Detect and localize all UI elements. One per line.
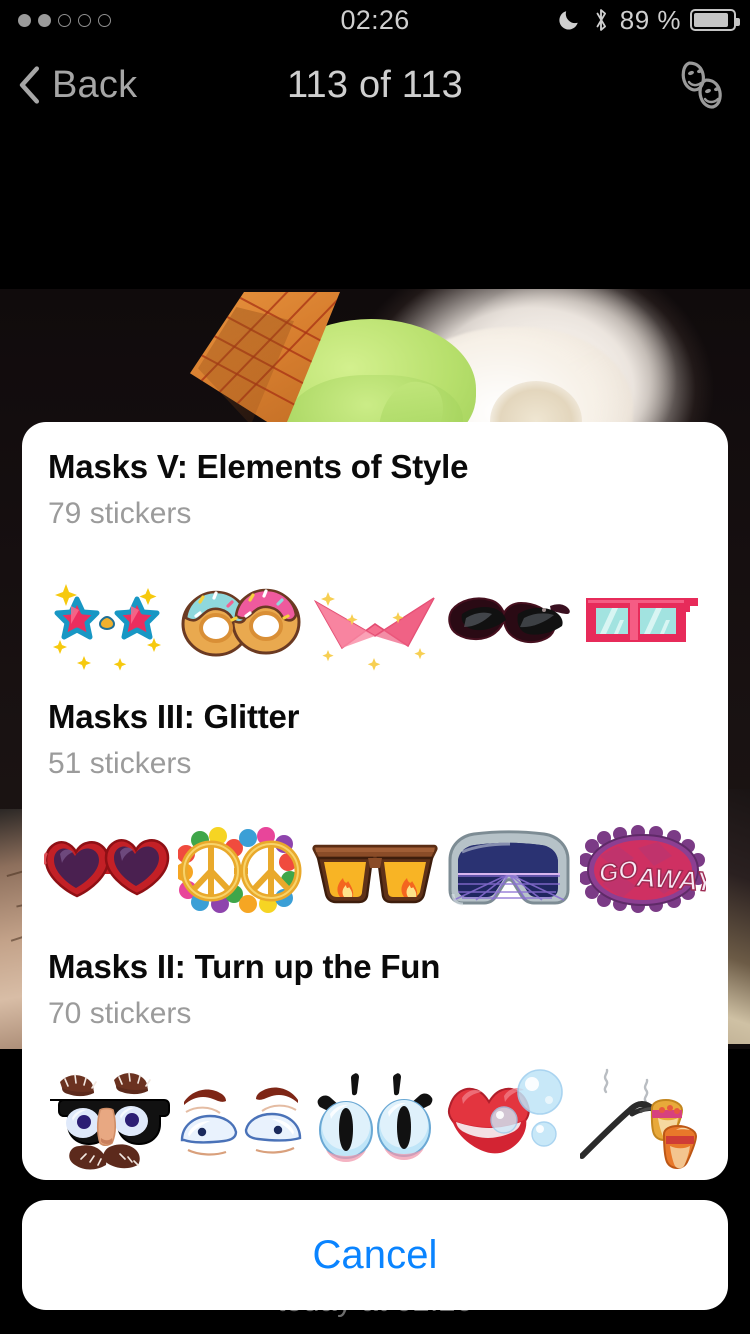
sticker-preview-row (22, 1055, 728, 1180)
heart-sunglasses-sticker[interactable] (44, 808, 170, 934)
svg-text:GO: GO (597, 855, 640, 888)
moon-icon (556, 7, 582, 33)
page-title: 113 of 113 (287, 63, 463, 106)
sticker-pack-title: Masks V: Elements of Style (48, 448, 469, 485)
sticker-pack-title: Masks III: Glitter (48, 698, 300, 735)
star-sunglasses-sticker[interactable] (44, 558, 170, 684)
bluetooth-icon (591, 6, 611, 34)
sticker-pack-1[interactable]: Masks III: Glitter 51 stickers GO AWAY (22, 698, 728, 937)
pink-wing-visor-sticker[interactable] (312, 558, 438, 684)
cancel-button-label: Cancel (312, 1232, 438, 1277)
sticker-preview-row (22, 555, 728, 687)
navigation-bar: Back 113 of 113 (0, 40, 750, 130)
go-away-sleep-mask-sticker[interactable]: GO AWAY (580, 808, 706, 934)
status-bar-right-cluster: 89 % (556, 4, 740, 36)
sticker-pack-0[interactable]: Masks V: Elements of Style 79 stickers (22, 448, 728, 687)
retro-vr-goggles-sticker[interactable] (446, 808, 572, 934)
app-screen: today at 02:26 02:26 89 % (0, 0, 750, 1334)
sticker-packs-sheet: Masks V: Elements of Style 79 stickers M… (22, 422, 728, 1180)
lips-bubbles-sticker[interactable] (446, 1058, 572, 1180)
peace-sign-flower-glasses-sticker[interactable] (178, 808, 304, 934)
sticker-pack-count: 70 stickers (48, 997, 192, 1030)
battery-percent-label: 89 % (619, 4, 681, 35)
black-cat-eye-sunglasses-sticker[interactable] (446, 558, 572, 684)
cancel-button[interactable]: Cancel (22, 1200, 728, 1310)
pixel-pink-glasses-sticker[interactable] (580, 558, 706, 684)
flame-aviator-glasses-sticker[interactable] (312, 808, 438, 934)
status-bar: 02:26 89 % (0, 0, 750, 40)
smoking-pipes-sticker[interactable] (580, 1058, 706, 1180)
sticker-pack-2[interactable]: Masks II: Turn up the Fun 70 stickers (22, 948, 728, 1180)
donut-glasses-sticker[interactable] (178, 558, 304, 684)
sticker-preview-row: GO AWAY (22, 805, 728, 937)
sticker-pack-count: 79 stickers (48, 497, 192, 530)
cat-eyes-sticker[interactable] (312, 1058, 438, 1180)
sticker-pack-title: Masks II: Turn up the Fun (48, 948, 441, 985)
battery-icon (690, 9, 740, 31)
groucho-disguise-sticker[interactable] (44, 1058, 170, 1180)
sticker-pack-count: 51 stickers (48, 747, 192, 780)
theater-masks-icon[interactable] (668, 40, 730, 130)
svg-text:AWAY: AWAY (635, 862, 706, 898)
angry-eyes-sticker[interactable] (178, 1058, 304, 1180)
